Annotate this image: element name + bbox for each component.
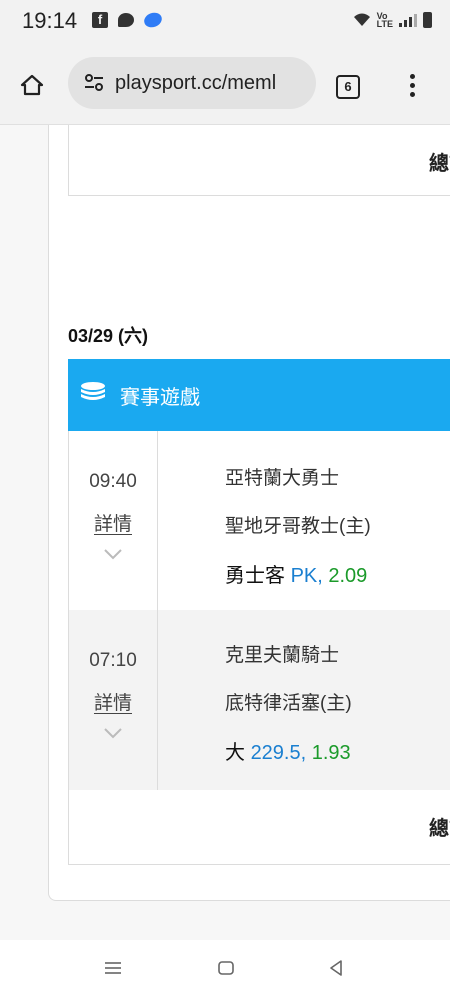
pick-line: 勇士客 PK, 2.09 [225,559,367,588]
notification-icons: f [92,10,164,30]
web-page: 總言 03/29 (六) 賽事遊戲 09:40 詳情 亞特蘭大勇士 聖地牙哥教士… [0,125,450,973]
game-time: 07:10 [89,650,137,671]
more-options-icon[interactable] [410,74,416,101]
home-button-icon[interactable] [217,960,235,981]
site-settings-icon[interactable] [84,73,104,98]
back-icon[interactable] [328,960,344,981]
away-team: 亞特蘭大勇士 [225,468,340,489]
time-cell: 09:40 詳情 [69,431,158,610]
address-bar[interactable]: playsport.cc/meml [68,57,316,109]
chevron-down-icon[interactable] [103,726,123,744]
section-title: 賽事遊戲 [120,387,200,409]
detail-link[interactable]: 詳情 [69,688,157,715]
summary-row-bottom: 總言 [68,790,450,865]
pick-total: 229.5, [250,742,307,764]
status-bar: 19:14 f Vo LTE [0,0,450,44]
system-nav-bar [0,940,450,1000]
home-team: 底特律活塞(主) [225,693,352,714]
signal-icon [399,13,417,27]
section-header: 賽事遊戲 [68,359,450,431]
recent-apps-icon[interactable] [103,960,123,981]
coins-icon [80,381,106,410]
summary-row-top: 總言 [68,125,450,196]
facebook-icon: f [92,12,108,28]
pick-handicap: PK, [290,565,323,587]
home-team: 聖地牙哥教士(主) [225,516,371,537]
status-time: 19:14 [22,8,78,33]
time-cell: 07:10 詳情 [69,610,158,790]
battery-icon [423,12,432,28]
home-icon[interactable] [20,74,44,101]
detail-link[interactable]: 詳情 [69,509,157,536]
pick-prefix: 勇士客 [225,565,285,587]
chevron-down-icon[interactable] [103,547,123,565]
game-time: 09:40 [89,471,137,492]
app-icon [142,10,164,30]
system-icons: Vo LTE [353,11,432,29]
pick-odds: 1.93 [311,742,351,764]
total-label: 總言 [429,153,450,175]
total-label: 總言 [429,818,450,840]
pick-line: 大 229.5, 1.93 [225,736,351,765]
game-row: 07:10 詳情 克里夫蘭騎士 底特律活塞(主) 大 229.5, 1.93 [68,610,450,791]
url-text[interactable]: playsport.cc/meml [115,72,276,95]
browser-toolbar: playsport.cc/meml 6 [0,44,450,125]
chat-icon [118,13,134,27]
game-row: 09:40 詳情 亞特蘭大勇士 聖地牙哥教士(主) 勇士客 PK, 2.09 [68,431,450,611]
pick-odds: 2.09 [328,565,368,587]
lte-indicator: Vo LTE [376,11,393,29]
wifi-icon [353,13,371,27]
game-date: 03/29 (六) [68,326,149,346]
pick-prefix: 大 [225,742,245,764]
away-team: 克里夫蘭騎士 [225,645,340,666]
tab-switcher-button[interactable]: 6 [336,75,360,99]
